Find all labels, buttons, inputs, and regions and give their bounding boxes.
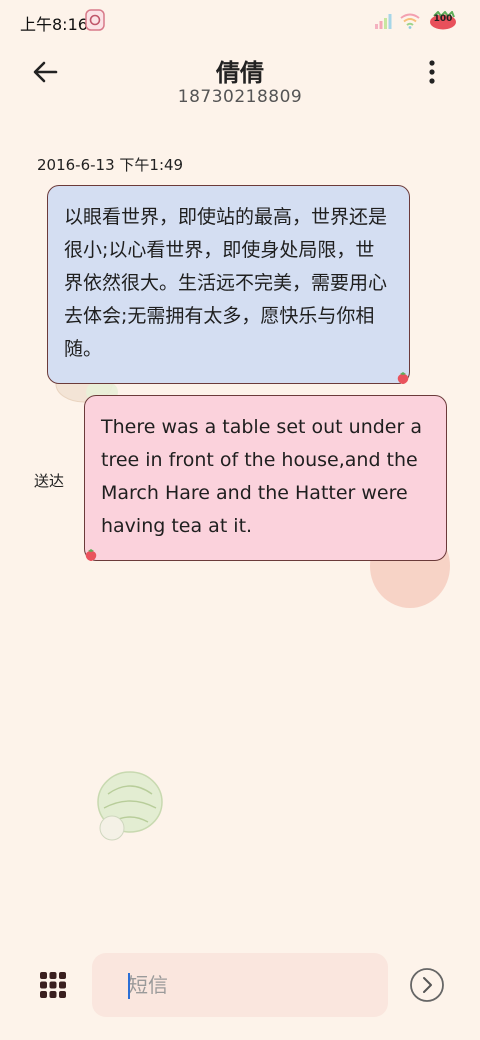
- strawberry-icon: [397, 372, 409, 384]
- app-notification-icon: [85, 9, 105, 31]
- message-input[interactable]: [128, 971, 368, 999]
- contact-name: 倩倩: [216, 59, 264, 87]
- conversation-header: 倩倩 18730218809: [0, 44, 480, 124]
- compose-box[interactable]: [92, 953, 388, 1017]
- contact-number: 18730218809: [177, 87, 303, 107]
- message-text: 以眼看世界，即使站的最高，世界还是很小;以心看世界，即使身处局限，世界依然很大。…: [64, 206, 388, 360]
- incoming-message-bubble[interactable]: 以眼看世界，即使站的最高，世界还是很小;以心看世界，即使身处局限，世界依然很大。…: [47, 185, 410, 384]
- delivery-status: 送达: [34, 472, 65, 490]
- text-caret: [128, 973, 130, 999]
- signal-icon: [375, 14, 392, 29]
- status-bar: 上午8:16 100: [0, 0, 480, 44]
- battery-icon: 100: [428, 11, 458, 31]
- status-time: 上午8:16: [20, 15, 88, 34]
- message-text: There was a table set out under a tree i…: [101, 416, 422, 537]
- status-icons: 100: [374, 10, 458, 32]
- battery-level: 100: [433, 14, 453, 24]
- message-timestamp: 2016-6-13 下午1:49: [37, 156, 184, 174]
- compose-bar: [0, 950, 480, 1020]
- more-options-icon[interactable]: [420, 56, 444, 88]
- wifi-icon: [400, 13, 420, 29]
- outgoing-message-bubble[interactable]: There was a table set out under a tree i…: [84, 395, 447, 561]
- strawberry-icon: [85, 549, 97, 561]
- grid-apps-icon[interactable]: [40, 972, 66, 998]
- cabbage-decoration-icon: [97, 771, 163, 841]
- send-icon[interactable]: [409, 967, 445, 1003]
